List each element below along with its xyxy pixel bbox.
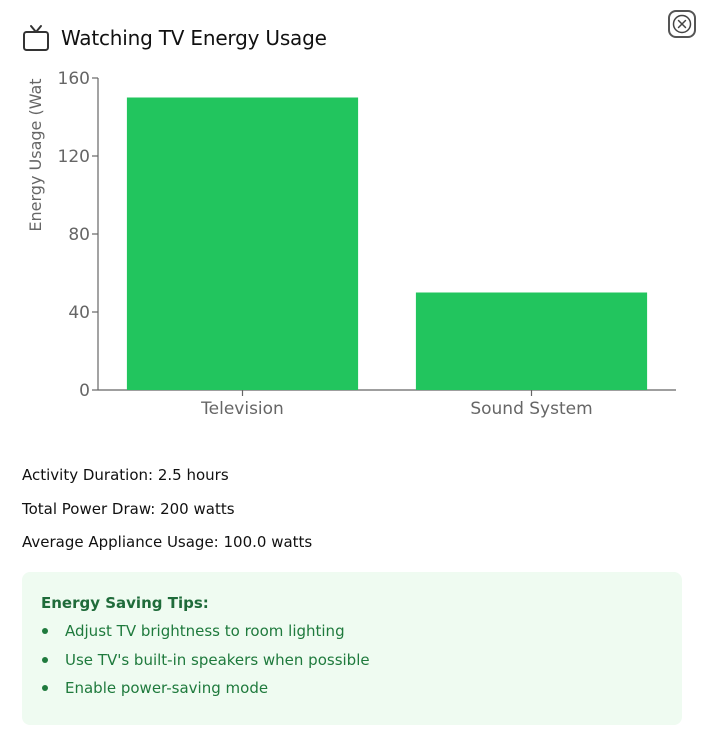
y-tick-label: 80 (68, 225, 90, 245)
average-appliance-usage: Average Appliance Usage: 100.0 watts (22, 533, 313, 551)
stats-panel: Activity Duration: 2.5 hours Total Power… (22, 464, 312, 565)
tip-item: Use TV's built-in speakers when possible (41, 650, 663, 679)
total-power-draw: Total Power Draw: 200 watts (22, 499, 235, 518)
bullet-icon (42, 656, 48, 663)
energy-tips-panel: Energy Saving Tips: Adjust TV brightness… (22, 572, 682, 725)
tip-text: Use TV's built-in speakers when possible (65, 650, 370, 669)
activity-duration: Activity Duration: 2.5 hours (22, 466, 229, 484)
tip-text: Enable power-saving mode (65, 679, 269, 697)
tip-item: Enable power-saving mode (41, 678, 663, 707)
close-button[interactable] (668, 10, 696, 38)
tips-list: Adjust TV brightness to room lighting Us… (41, 621, 663, 707)
tips-title: Energy Saving Tips: (41, 594, 209, 612)
page-title: Watching TV Energy Usage (61, 26, 327, 50)
bar (415, 292, 648, 390)
close-icon (672, 14, 692, 34)
y-tick-label: 40 (68, 303, 90, 323)
y-axis-title: Energy Usage (Wat (26, 78, 45, 231)
bullet-icon (42, 628, 48, 634)
bar (126, 97, 359, 390)
tv-icon (23, 25, 49, 51)
y-tick-label: 0 (79, 381, 90, 401)
y-tick-label: 160 (58, 69, 90, 89)
bullet-icon (42, 685, 48, 691)
tip-item: Adjust TV brightness to room lighting (41, 621, 663, 650)
x-tick-label: Television (200, 399, 284, 419)
x-tick-label: Sound System (470, 399, 592, 419)
modal-header: Watching TV Energy Usage (22, 24, 327, 52)
tip-text: Adjust TV brightness to room lighting (65, 622, 345, 640)
energy-bar-chart: 0 40 80 120 160 Energy Usage (Wat Television So… (26, 69, 676, 419)
y-tick-label: 120 (58, 147, 90, 167)
